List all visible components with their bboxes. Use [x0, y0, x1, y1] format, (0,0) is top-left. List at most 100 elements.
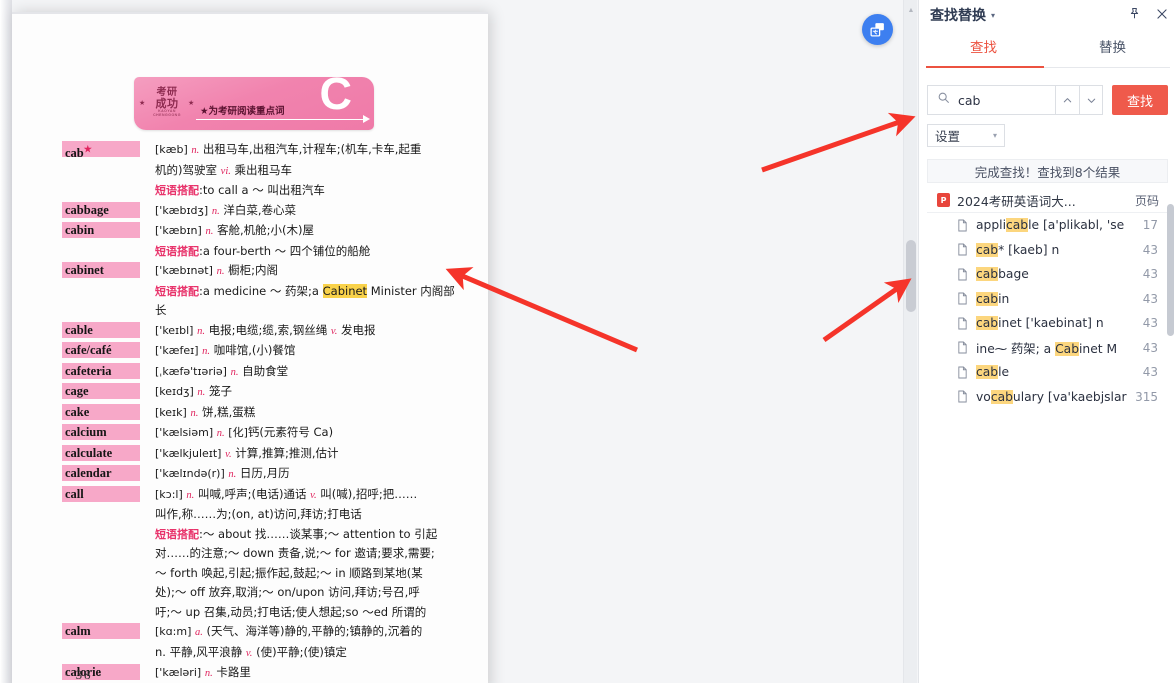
scroll-up-icon[interactable]: ▲ [904, 4, 918, 16]
dictionary-entry[interactable]: cabin ['kæbɪn] n. 客舱,机舱;小(木)屋 短语搭配:a four-… [62, 221, 462, 261]
search-result-item[interactable]: vocabulary [va'kaebjslar 315 [927, 385, 1168, 410]
entry-headword[interactable]: calculate [62, 444, 140, 461]
phrase-label: 短语搭配 [155, 284, 199, 298]
reader-vertical-scrollbar[interactable]: ▲ [903, 0, 917, 683]
panel-tabs: 查找 替换 [919, 34, 1176, 68]
ipa-text: ['kæfeɪ] [155, 344, 199, 357]
dictionary-entry[interactable]: cable ['keɪbl] n. 电报;电缆;缆,索,钢丝绳 v. 发电报 [62, 321, 462, 342]
document-page[interactable]: ★ ★ 考研 成功 KAOYAN CHENGGONG ★为考研阅读重点词 C c… [12, 12, 488, 683]
banner-seal: 考研 成功 KAOYAN CHENGGONG [144, 81, 190, 125]
entry-headword[interactable]: cab★ [62, 141, 140, 160]
dictionary-entry[interactable]: cafeteria [ˌkæfə'tɪəriə] n. 自助食堂 [62, 362, 462, 383]
entry-definition: ['kælɪndə(r)] n. 日历,月历 [140, 464, 462, 485]
search-result-item[interactable]: cable 43 [927, 360, 1168, 385]
dictionary-entry[interactable]: cafe/café ['kæfeɪ] n. 咖啡馆,(小)餐馆 [62, 341, 462, 362]
dictionary-entry[interactable]: calorie ['kæləri] n. 卡路里 [62, 663, 462, 683]
entry-definition-line: ['kæləri] n. 卡路里 [155, 665, 251, 679]
search-result-text: cabbage [976, 267, 1029, 282]
settings-dropdown[interactable]: 设置 ▾ [927, 124, 1005, 147]
ipa-text: ['kæbɪnət] [155, 264, 213, 277]
pdf-file-icon: P [937, 193, 950, 207]
entry-definition-line: 短语搭配:～ about 找……谈某事;～ attention to 引起 [155, 526, 438, 541]
entry-headword[interactable]: cabin [62, 222, 140, 238]
tab-replace[interactable]: 替换 [1048, 34, 1176, 68]
entry-headword[interactable]: cable [62, 321, 140, 338]
entry-headword[interactable]: cafe/café [62, 342, 140, 358]
pos-tag: n. [211, 205, 220, 217]
translate-document-icon[interactable] [862, 14, 893, 45]
entry-definition-line: [ˌkæfə'tɪəriə] n. 自助食堂 [155, 363, 289, 378]
entry-definition-line: 短语搭配:a medicine ～ 药架;a Cabinet Minister … [155, 283, 455, 317]
ipa-text: [kɔ:l] [155, 487, 183, 501]
results-scrollbar-thumb[interactable] [1167, 204, 1174, 336]
dictionary-entry[interactable]: cage [keɪdʒ] n. 笼子 [62, 382, 462, 403]
entry-definition-line: n. 平静,风平浪静 v. (使)平静;(使)镇定 [155, 644, 347, 659]
entry-headword[interactable]: cabbage [62, 201, 140, 218]
search-input-wrapper[interactable] [927, 85, 1055, 115]
result-file-header[interactable]: P 2024考研英语词大... 页码 [927, 188, 1168, 213]
find-next-button[interactable] [1079, 85, 1103, 115]
entry-headword[interactable]: calm [62, 623, 140, 639]
entry-definition-line: ['kæbɪnət] n. 橱柜;内阁 [155, 263, 278, 277]
ipa-text: [keɪk] [155, 405, 187, 419]
result-match-highlight: cab [976, 267, 999, 282]
search-input[interactable] [958, 92, 1044, 108]
entry-headword[interactable]: calendar [62, 465, 140, 481]
dictionary-entry[interactable]: calculate ['kælkjuleɪt] v. 计算,推算;推测,估计 [62, 444, 462, 465]
dictionary-entry[interactable]: calendar ['kælɪndə(r)] n. 日历,月历 [62, 464, 462, 485]
results-vertical-scrollbar[interactable] [1167, 188, 1176, 668]
pos-tag: n. [216, 428, 225, 439]
pos-tag: v. [310, 489, 317, 501]
dictionary-entry[interactable]: call [kɔ:l] n. 叫喊,呼声;(电话)通话 v. 叫(喊),招呼;把…… [62, 485, 462, 623]
entry-definition-line: [keɪk] n. 饼,糕,蛋糕 [155, 404, 256, 419]
entry-definition-line: 吁;～ up 召集,动员;打电话;使人想起;so ～ed 所谓的 [155, 604, 427, 619]
dictionary-entry[interactable]: calcium ['kælsiəm] n. [化]钙(元素符号 Ca) [62, 423, 462, 444]
entry-headword[interactable]: cage [62, 383, 140, 399]
dictionary-entry[interactable]: cabbage ['kæbɪdʒ] n. 洋白菜,卷心菜 [62, 201, 462, 222]
entry-headword[interactable]: cafeteria [62, 362, 140, 379]
entry-headword[interactable]: call [62, 485, 140, 502]
pin-icon[interactable] [1127, 6, 1142, 21]
page-left-shadow [0, 0, 12, 683]
search-result-item[interactable]: cab* [kaeb] n 43 [927, 238, 1168, 263]
dictionary-entry[interactable]: cab★ [kæb] n. 出租马车,出租汽车,计程车;(机车,卡车,起重 机的)驾… [62, 140, 462, 201]
entry-definition-line: [kæb] n. 出租马车,出租汽车,计程车;(机车,卡车,起重 [155, 142, 422, 156]
entry-definition-line: ['kæbɪdʒ] n. 洋白菜,卷心菜 [155, 202, 297, 217]
search-result-item[interactable]: cabbage 43 [927, 262, 1168, 287]
dictionary-entry[interactable]: calm [kɑ:m] a. (天气、海洋等)静的,平静的;镇静的,沉着的 n. 平… [62, 622, 462, 663]
entry-headword[interactable]: calcium [62, 424, 140, 440]
search-result-page: 17 [1142, 218, 1158, 233]
entry-headword[interactable]: cabinet [62, 262, 140, 278]
search-results-list[interactable]: P 2024考研英语词大... 页码 applicable [a'plikabl… [927, 188, 1168, 668]
tab-find[interactable]: 查找 [919, 34, 1048, 68]
chevron-down-icon: ▾ [992, 131, 997, 140]
dictionary-entries: cab★ [kæb] n. 出租马车,出租汽车,计程车;(机车,卡车,起重 机的)驾… [62, 140, 462, 683]
pos-tag: n. [204, 668, 213, 679]
banner-seal-subtext: KAOYAN CHENGGONG [153, 109, 181, 118]
pdf-reader-area[interactable]: ★ ★ 考研 成功 KAOYAN CHENGGONG ★为考研阅读重点词 C c… [0, 0, 921, 683]
page-number: · 38 · [64, 667, 105, 682]
close-icon[interactable] [1155, 7, 1169, 21]
search-result-item[interactable]: applicable [a'plikabl, 'se 17 [927, 213, 1168, 238]
dictionary-entry[interactable]: cabinet ['kæbɪnət] n. 橱柜;内阁 短语搭配:a medicin… [62, 261, 462, 321]
entry-definition-line: 机的)驾驶室 vi. 乘出租马车 [155, 162, 293, 177]
banner-letter: C [319, 77, 353, 119]
search-result-item[interactable]: ine⁓ 药架; a Cabinet M 43 [927, 336, 1168, 361]
entry-definition: [keɪdʒ] n. 笼子 [140, 382, 462, 403]
document-icon [957, 219, 968, 232]
entry-headword[interactable]: cake [62, 403, 140, 420]
pos-tag: n. [205, 226, 214, 237]
entry-definition: ['kælsiəm] n. [化]钙(元素符号 Ca) [140, 423, 462, 444]
find-previous-button[interactable] [1055, 85, 1079, 115]
chevron-down-icon[interactable]: ▾ [991, 11, 995, 20]
reader-scrollbar-thumb[interactable] [906, 240, 916, 312]
result-match-highlight: cab [976, 242, 999, 257]
dictionary-entry[interactable]: cake [keɪk] n. 饼,糕,蛋糕 [62, 403, 462, 424]
search-result-item[interactable]: cabinet ['kaebinat] n 43 [927, 311, 1168, 336]
search-result-item[interactable]: cabin 43 [927, 287, 1168, 312]
ipa-text: [keɪdʒ] [155, 385, 194, 398]
entry-definition: ['kælkjuleɪt] v. 计算,推算;推测,估计 [140, 444, 462, 465]
entry-definition: ['kæbɪnət] n. 橱柜;内阁短语搭配:a medicine ～ 药架;… [140, 261, 462, 321]
find-button[interactable]: 查找 [1112, 85, 1168, 115]
pos-tag: a. [195, 627, 203, 638]
